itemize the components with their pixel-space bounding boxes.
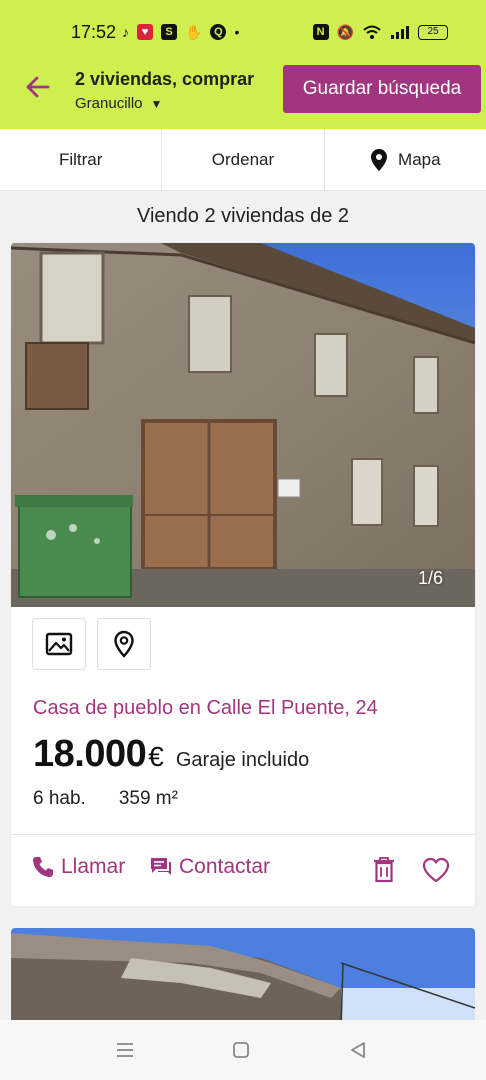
listing-card[interactable]: 1/6 Casa de pueblo en Calle El Puente, 2…: [11, 243, 475, 906]
map-label: Mapa: [398, 149, 441, 169]
app-header: 2 viviendas, comprar Granucillo ▼ Guarda…: [0, 52, 486, 129]
map-pin-icon: [371, 148, 388, 171]
listing-features: 6 hab. 359 m²: [33, 788, 178, 810]
menu-icon[interactable]: [113, 1038, 137, 1062]
s-app-icon: S: [161, 24, 177, 40]
dot-icon: •: [234, 24, 240, 40]
mute-icon: 🔕: [336, 24, 354, 40]
back-icon[interactable]: [346, 1038, 370, 1062]
toolbar: Filtrar Ordenar Mapa: [0, 129, 486, 191]
signal-icon: [391, 26, 409, 39]
trash-icon: [374, 857, 394, 883]
image-icon: [45, 632, 73, 656]
home-icon[interactable]: [229, 1038, 253, 1062]
location-button[interactable]: [97, 618, 151, 670]
q-app-icon: Q: [210, 24, 227, 40]
card-divider: [11, 834, 475, 835]
contact-label: Contactar: [179, 855, 271, 878]
rooms-count: 6 hab.: [33, 788, 86, 809]
price-currency: €: [148, 741, 164, 772]
app-notification-icon: ♥: [137, 24, 153, 40]
listing-photo[interactable]: [11, 928, 475, 1028]
arrow-left-icon[interactable]: [22, 71, 54, 103]
filter-label: Filtrar: [58, 149, 103, 169]
listing-title[interactable]: Casa de pueblo en Calle El Puente, 24: [33, 697, 378, 720]
notification-icon: ✋: [185, 24, 203, 40]
location-label: Granucillo: [75, 95, 143, 112]
photo-counter: 1/6: [417, 568, 443, 588]
notification-icons: ♪ ♥ S ✋ Q •: [122, 21, 239, 43]
search-title[interactable]: 2 viviendas, comprar: [75, 69, 254, 90]
map-button[interactable]: Mapa: [325, 129, 486, 190]
heart-icon: [422, 857, 450, 883]
call-button[interactable]: Llamar: [31, 855, 125, 879]
discard-button[interactable]: [369, 855, 399, 885]
save-search-button[interactable]: Guardar búsqueda: [283, 65, 481, 113]
location-selector[interactable]: Granucillo ▼: [75, 95, 162, 112]
nfc-icon: N: [312, 24, 329, 40]
results-count: Viendo 2 viviendas de 2: [136, 205, 349, 227]
price-row: 18.000 € Garaje incluido: [33, 733, 309, 776]
caret-down-icon: ▼: [150, 96, 163, 111]
listing-price: 18.000: [33, 733, 147, 775]
area-size: 359 m²: [118, 788, 178, 809]
filter-button[interactable]: Filtrar: [0, 129, 163, 190]
system-nav-bar: [0, 1020, 486, 1080]
wifi-icon: [363, 25, 381, 39]
tiktok-icon: ♪: [122, 24, 129, 40]
battery-icon: 25: [418, 24, 448, 40]
call-label: Llamar: [61, 855, 126, 878]
price-note: Garaje incluido: [175, 749, 310, 771]
status-time: 17:52: [71, 22, 117, 42]
sort-button[interactable]: Ordenar: [162, 129, 325, 190]
status-bar: 17:52 ♪ ♥ S ✋ Q • N 🔕 25: [0, 0, 486, 60]
sort-label: Ordenar: [211, 149, 275, 169]
chat-icon: [151, 858, 171, 875]
phone-icon: [33, 857, 53, 877]
favorite-button[interactable]: [421, 855, 451, 885]
contact-button[interactable]: Contactar: [149, 855, 270, 879]
listing-card[interactable]: [11, 928, 475, 1028]
location-pin-icon: [114, 630, 134, 658]
listing-photo[interactable]: [11, 243, 475, 607]
photos-button[interactable]: [32, 618, 86, 670]
system-icons: N 🔕 25: [312, 21, 448, 43]
